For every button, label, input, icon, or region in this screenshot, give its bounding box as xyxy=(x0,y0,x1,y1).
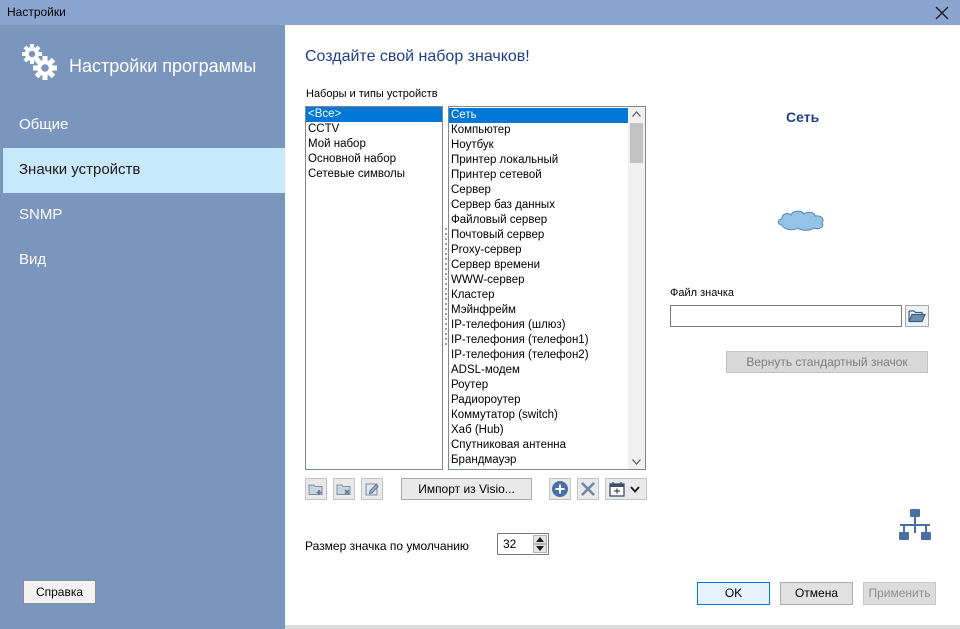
device-list-item[interactable]: Компьютер xyxy=(449,123,628,138)
device-list-item[interactable]: Proxy-сервер xyxy=(449,243,628,258)
add-set-button[interactable] xyxy=(305,478,327,500)
device-list-item[interactable]: Коммутатор (switch) xyxy=(449,408,628,423)
sidebar-item-label: SNMP xyxy=(19,206,63,223)
calendar-dropdown-icon xyxy=(609,482,640,497)
sidebar-item-device-icons[interactable]: Значки устройств xyxy=(3,148,285,193)
device-list-item[interactable]: ADSL-модем xyxy=(449,363,628,378)
set-list-item[interactable]: Сетевые символы xyxy=(306,167,442,182)
add-device-button[interactable] xyxy=(549,478,571,500)
delete-set-button[interactable] xyxy=(333,478,355,500)
preview-title: Сеть xyxy=(786,109,820,125)
delete-device-button[interactable] xyxy=(577,478,599,500)
window-title: Настройки xyxy=(7,5,66,19)
plus-circle-icon xyxy=(552,481,568,497)
default-size-label: Размер значка по умолчанию xyxy=(305,539,469,553)
set-list-item[interactable]: CCTV xyxy=(306,122,442,137)
file-label: Файл значка xyxy=(670,287,734,299)
device-list-item[interactable]: Сервер баз данных xyxy=(449,198,628,213)
page-title: Создайте свой набор значков! xyxy=(305,48,530,65)
sidebar-item-label: Значки устройств xyxy=(19,161,141,178)
device-list-item[interactable]: WWW-сервер xyxy=(449,273,628,288)
browse-button[interactable] xyxy=(905,305,929,327)
devices-scrollbar[interactable] xyxy=(628,107,645,469)
sets-listbox[interactable]: <Все> CCTV Мой набор Основной набор Сетевые … xyxy=(305,106,443,470)
device-list-item[interactable]: Хаб (Hub) xyxy=(449,423,628,438)
set-list-item[interactable]: Основной набор xyxy=(306,152,442,167)
sidebar-item-snmp[interactable]: SNMP xyxy=(3,193,285,238)
icon-size-spinbox[interactable]: 32 xyxy=(497,533,549,555)
apply-button[interactable]: Применить xyxy=(863,582,936,605)
ok-button[interactable]: OK xyxy=(697,582,770,605)
device-list-item[interactable]: Роутер xyxy=(449,378,628,393)
set-list-item[interactable]: Мой набор xyxy=(306,137,442,152)
device-list-item[interactable]: Сеть xyxy=(449,108,628,123)
cancel-button[interactable]: Отмена xyxy=(780,582,853,605)
spin-down-button[interactable] xyxy=(533,544,547,553)
device-list-item[interactable]: IP-телефония (телефон1) xyxy=(449,333,628,348)
device-list-item[interactable]: Спутниковая антенна xyxy=(449,438,628,453)
network-topology-icon xyxy=(899,509,931,540)
sets-label: Наборы и типы устройств xyxy=(306,88,438,100)
spin-down-icon xyxy=(536,546,544,551)
spin-up-icon xyxy=(536,537,544,542)
icon-size-value: 32 xyxy=(503,537,517,551)
folder-open-icon xyxy=(908,310,926,323)
device-list-item[interactable]: Ноутбук xyxy=(449,138,628,153)
device-list-item[interactable]: Радиороутер xyxy=(449,393,628,408)
device-list-item[interactable]: Сервер xyxy=(449,183,628,198)
delete-x-icon xyxy=(581,482,595,496)
device-list-item[interactable]: Кластер xyxy=(449,288,628,303)
close-button[interactable] xyxy=(924,0,960,25)
scroll-up-icon[interactable] xyxy=(632,111,641,117)
sidebar-item-label: Вид xyxy=(19,251,47,268)
folder-add-icon xyxy=(308,484,323,495)
device-list-item[interactable]: Почтовый сервер xyxy=(449,228,628,243)
device-list-item[interactable]: Брандмауэр xyxy=(449,453,628,468)
device-list-item[interactable]: Сервер времени xyxy=(449,258,628,273)
devices-listbox[interactable]: Сеть Компьютер Ноутбук Принтер локальный При… xyxy=(448,106,646,470)
device-list-item[interactable]: Принтер локальный xyxy=(449,153,628,168)
help-button[interactable]: Справка xyxy=(23,580,96,604)
scroll-down-icon[interactable] xyxy=(632,459,641,465)
device-list-item[interactable]: Мэйнфрейм xyxy=(449,303,628,318)
spin-up-button[interactable] xyxy=(533,535,547,544)
close-icon xyxy=(935,6,949,19)
sidebar-item-view[interactable]: Вид xyxy=(3,238,285,283)
device-list-item[interactable]: IP-телефония (шлюз) xyxy=(449,318,628,333)
set-list-item[interactable]: <Все> xyxy=(306,107,442,122)
sidebar-item-label: Общие xyxy=(19,116,69,133)
device-list-item[interactable]: Принтер сетевой xyxy=(449,168,628,183)
sidebar-item-general[interactable]: Общие xyxy=(3,103,285,148)
sidebar-header: Настройки программы xyxy=(69,56,257,76)
device-list-item[interactable]: IP-телефония (телефон2) xyxy=(449,348,628,363)
edit-icon xyxy=(365,483,379,496)
device-list-item[interactable]: Файловый сервер xyxy=(449,213,628,228)
edit-set-button[interactable] xyxy=(361,478,383,500)
device-menu-button[interactable] xyxy=(605,478,647,500)
bottom-strip xyxy=(285,625,960,629)
folder-delete-icon xyxy=(336,484,351,495)
title-bar xyxy=(0,0,960,25)
restore-default-icon-button[interactable]: Вернуть стандартный значок xyxy=(726,351,928,373)
icon-file-input[interactable] xyxy=(670,305,902,327)
cloud-icon xyxy=(777,210,824,231)
gears-icon xyxy=(22,44,57,80)
import-visio-button[interactable]: Импорт из Visio... xyxy=(401,478,532,500)
scroll-thumb[interactable] xyxy=(630,123,643,163)
